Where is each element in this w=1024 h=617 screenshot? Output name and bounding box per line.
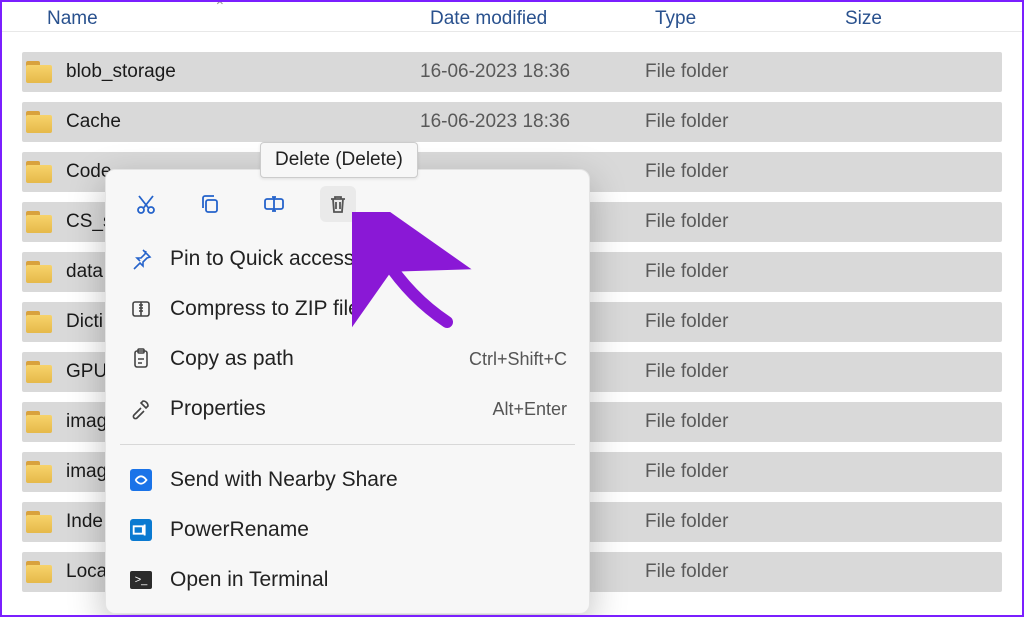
file-date: 16-06-2023 18:36: [420, 111, 645, 133]
folder-icon: [26, 561, 52, 583]
powerrename-icon: [128, 517, 154, 543]
folder-icon: [26, 361, 52, 383]
folder-icon: [26, 511, 52, 533]
file-type: File folder: [645, 111, 835, 133]
file-type: File folder: [645, 161, 835, 183]
context-menu-item[interactable]: Copy as path Ctrl+Shift+C: [106, 334, 589, 384]
file-name: Inde: [66, 511, 103, 533]
copy-button[interactable]: [192, 186, 228, 222]
nearby-share-icon: [128, 467, 154, 493]
column-header-size[interactable]: Size: [835, 4, 965, 34]
file-name: Loca: [66, 561, 107, 583]
file-name: blob_storage: [66, 61, 176, 83]
column-header-type[interactable]: Type: [645, 4, 835, 34]
file-name: GPU: [66, 361, 107, 383]
context-menu-item[interactable]: >_ Open in Terminal: [106, 555, 589, 605]
folder-icon: [26, 111, 52, 133]
file-type: File folder: [645, 411, 835, 433]
file-type: File folder: [645, 561, 835, 583]
file-type: File folder: [645, 261, 835, 283]
folder-icon: [26, 311, 52, 333]
terminal-icon: >_: [128, 567, 154, 593]
folder-icon: [26, 411, 52, 433]
file-name: imag: [66, 411, 107, 433]
delete-tooltip: Delete (Delete): [260, 142, 418, 178]
copy-icon: [198, 192, 222, 216]
file-name: Dicti: [66, 311, 103, 333]
column-name-label: Name: [47, 8, 98, 29]
file-type: File folder: [645, 61, 835, 83]
folder-icon: [26, 461, 52, 483]
context-menu: Pin to Quick access Compress to ZIP file…: [105, 169, 590, 614]
context-menu-shortcut: Ctrl+Shift+C: [469, 349, 567, 370]
context-menu-item[interactable]: Pin to Quick access: [106, 234, 589, 284]
column-header-row: Name ⌃ Date modified Type Size: [2, 2, 1022, 32]
column-header-date[interactable]: Date modified: [420, 4, 645, 34]
context-menu-label: Properties: [170, 397, 492, 421]
context-menu-label: Copy as path: [170, 347, 469, 371]
cut-icon: [134, 192, 158, 216]
folder-icon: [26, 61, 52, 83]
delete-button[interactable]: [320, 186, 356, 222]
context-menu-label: Compress to ZIP file: [170, 297, 567, 321]
rename-button[interactable]: [256, 186, 292, 222]
context-menu-label: Open in Terminal: [170, 568, 567, 592]
zip-icon: [128, 296, 154, 322]
file-type: File folder: [645, 311, 835, 333]
context-menu-label: Send with Nearby Share: [170, 468, 567, 492]
context-menu-quick-actions: [106, 170, 589, 234]
folder-icon: [26, 261, 52, 283]
file-type: File folder: [645, 361, 835, 383]
context-menu-label: PowerRename: [170, 518, 567, 542]
file-name: imag: [66, 461, 107, 483]
table-row[interactable]: Cache 16-06-2023 18:36 File folder: [22, 102, 1002, 142]
clipboard-path-icon: [128, 346, 154, 372]
column-header-name[interactable]: Name ⌃: [2, 4, 420, 34]
pin-icon: [128, 246, 154, 272]
folder-icon: [26, 161, 52, 183]
context-menu-divider: [120, 444, 575, 445]
context-menu-shortcut: Alt+Enter: [492, 399, 567, 420]
file-name: Cache: [66, 111, 121, 133]
file-type: File folder: [645, 211, 835, 233]
file-name: data: [66, 261, 103, 283]
wrench-icon: [128, 396, 154, 422]
sort-up-icon: ⌃: [214, 0, 226, 15]
table-row[interactable]: blob_storage 16-06-2023 18:36 File folde…: [22, 52, 1002, 92]
file-date: 16-06-2023 18:36: [420, 61, 645, 83]
file-type: File folder: [645, 461, 835, 483]
context-menu-item[interactable]: Compress to ZIP file: [106, 284, 589, 334]
folder-icon: [26, 211, 52, 233]
context-menu-item[interactable]: PowerRename: [106, 505, 589, 555]
context-menu-label: Pin to Quick access: [170, 247, 567, 271]
delete-icon: [326, 192, 350, 216]
context-menu-item[interactable]: Properties Alt+Enter: [106, 384, 589, 434]
file-type: File folder: [645, 511, 835, 533]
context-menu-item[interactable]: Send with Nearby Share: [106, 455, 589, 505]
cut-button[interactable]: [128, 186, 164, 222]
rename-icon: [262, 192, 286, 216]
